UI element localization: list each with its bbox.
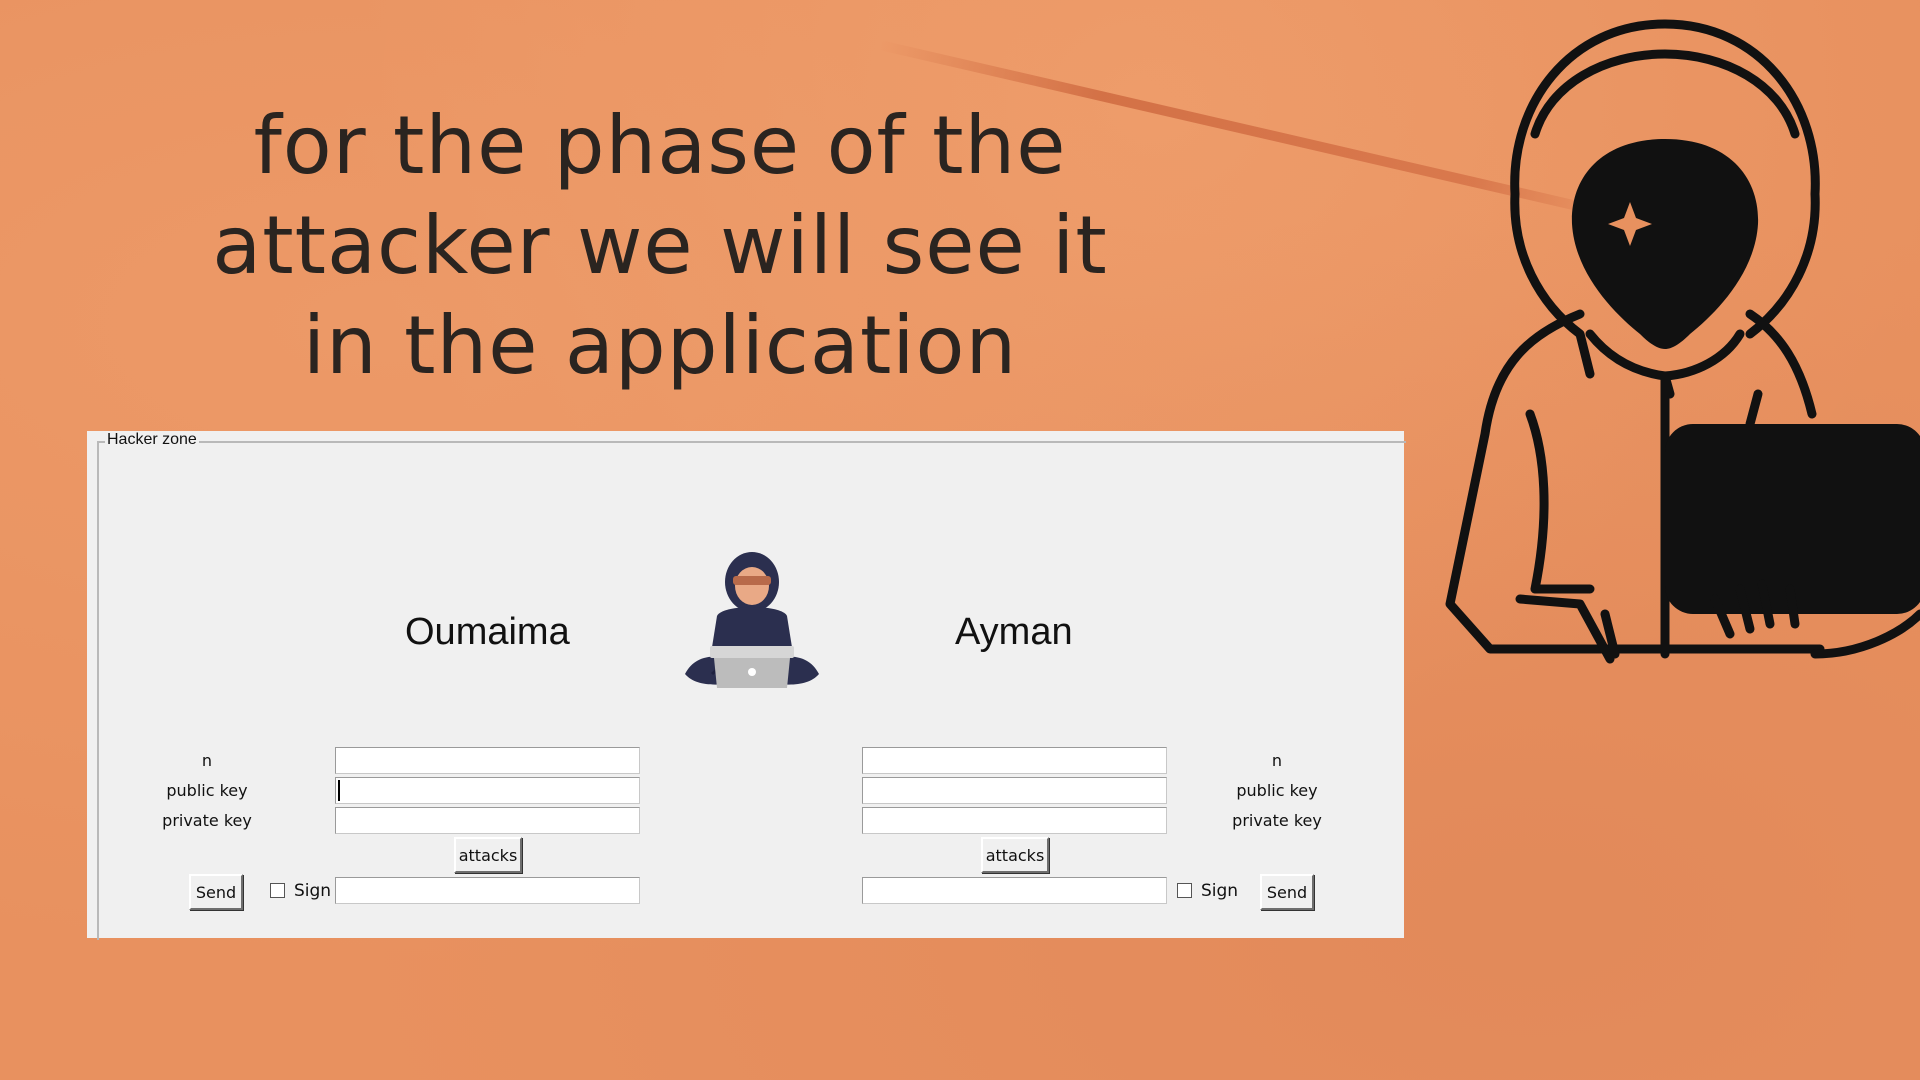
right-private-key-label: private key: [1232, 811, 1322, 830]
headline-line-1: for the phase of the: [253, 99, 1067, 192]
right-user-name: Ayman: [955, 611, 1073, 653]
left-user-name: Oumaima: [405, 611, 570, 653]
right-send-button[interactable]: Send: [1260, 874, 1314, 910]
hacker-sitting-laptop-icon: [685, 552, 819, 688]
right-sign-checkbox[interactable]: [1177, 883, 1192, 898]
frame-title: Hacker zone: [105, 431, 199, 449]
text-cursor: [338, 780, 340, 801]
right-n-field[interactable]: [862, 747, 1167, 774]
left-sign-label: Sign: [294, 881, 332, 901]
left-send-button[interactable]: Send: [189, 874, 243, 910]
right-attacks-button[interactable]: attacks: [981, 837, 1049, 873]
hooded-hacker-laptop-icon: [1445, 19, 1920, 664]
right-public-key-field[interactable]: [862, 777, 1167, 804]
right-public-key-label: public key: [1236, 781, 1318, 800]
slide-headline: for the phase of the attacker we will se…: [200, 96, 1120, 396]
left-n-field[interactable]: [335, 747, 640, 774]
right-n-label: n: [1271, 751, 1283, 770]
left-n-label: n: [201, 751, 213, 770]
left-private-key-field[interactable]: [335, 807, 640, 834]
app-window: Hacker zone Oumaima Ayman n public key p…: [87, 431, 1406, 940]
left-message-field[interactable]: [335, 877, 640, 904]
headline-line-2: attacker we will see it: [212, 199, 1108, 292]
left-public-key-field[interactable]: [335, 777, 640, 804]
left-private-key-label: private key: [162, 811, 252, 830]
left-public-key-label: public key: [166, 781, 248, 800]
right-private-key-field[interactable]: [862, 807, 1167, 834]
right-message-field[interactable]: [862, 877, 1167, 904]
right-sign-label: Sign: [1201, 881, 1239, 901]
left-attacks-button[interactable]: attacks: [454, 837, 522, 873]
left-sign-checkbox[interactable]: [270, 883, 285, 898]
headline-line-3: in the application: [302, 299, 1018, 392]
